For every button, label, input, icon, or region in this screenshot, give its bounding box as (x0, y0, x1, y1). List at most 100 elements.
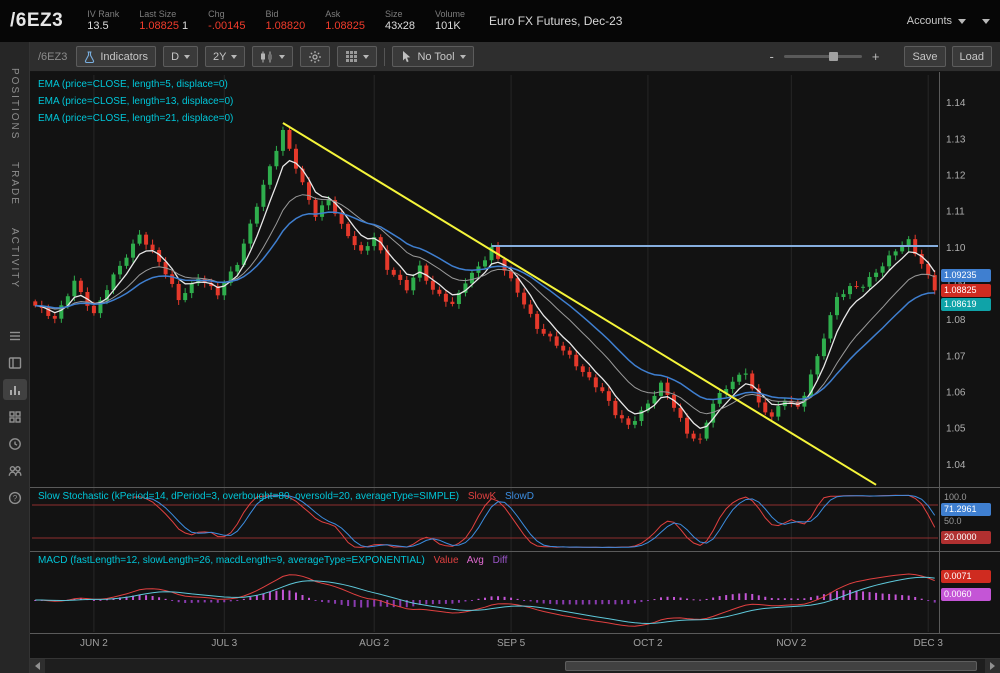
chevron-down-icon (958, 18, 966, 24)
ask-value: 1.08825 (325, 19, 366, 32)
zoom-control: - + (768, 49, 882, 64)
macd-diff-legend: Diff (492, 555, 508, 566)
svg-text:JUL 3: JUL 3 (211, 638, 237, 649)
history-button[interactable] (3, 433, 27, 454)
stoch-axis-top: 100.0 (944, 492, 967, 502)
sidebar-tab-activity[interactable]: ACTIVITY (9, 228, 20, 289)
instrument-symbol: /6EZ3 (10, 10, 64, 31)
svg-text:1.12: 1.12 (946, 170, 966, 181)
ask-field: Ask 1.08825 (325, 9, 365, 33)
watchlist-button[interactable] (3, 325, 27, 346)
macd-avg-badge: 0.0060 (941, 588, 991, 601)
svg-text:1.07: 1.07 (946, 351, 966, 362)
ema21-label[interactable]: EMA (price=CLOSE, length=21, displace=0) (38, 110, 233, 127)
scroll-right-button[interactable] (985, 659, 1000, 673)
zoom-in-button[interactable]: + (870, 49, 882, 64)
horizontal-scrollbar[interactable] (30, 658, 1000, 673)
indicators-label: Indicators (100, 50, 149, 63)
last-price-badge: 1.08825 (941, 284, 991, 297)
stochastic-study-label[interactable]: Slow Stochastic (kPeriod=14, dPeriod=3, … (38, 491, 540, 502)
charts-button[interactable] (2, 379, 27, 401)
volume-label: Volume (435, 9, 466, 19)
size-value: 43x28 (385, 19, 415, 32)
left-sidebar: POSITIONS TRADE ACTIVITY ? (0, 42, 30, 673)
grid-button[interactable] (3, 406, 27, 427)
indicators-button[interactable]: Indicators (76, 46, 157, 67)
sidebar-tab-trade[interactable]: TRADE (9, 162, 20, 206)
timeframe-dropdown[interactable]: D (163, 46, 199, 67)
gear-icon (309, 50, 322, 63)
timeframe-value: D (171, 50, 180, 63)
iv-rank-field: IV Rank 13.5 (87, 9, 119, 33)
sidebar-icon-group: ? (2, 325, 27, 508)
zoom-slider[interactable] (783, 52, 862, 61)
beaker-icon (85, 50, 95, 63)
chevron-down-icon (184, 54, 191, 59)
range-value: 2Y (213, 50, 227, 63)
last-price: 1.08825 (139, 19, 179, 32)
toolbar-separator (384, 47, 386, 66)
macd-value-badge: 0.0071 (941, 570, 991, 583)
chg-value: -.00145 (208, 19, 246, 32)
zoom-out-button[interactable]: - (768, 49, 776, 64)
topbar-right: Accounts (907, 15, 990, 27)
triangle-left-icon (35, 662, 40, 670)
bid-label: Bid (265, 9, 279, 19)
scroll-left-button[interactable] (30, 659, 45, 673)
slowk-legend: SlowK (467, 491, 497, 502)
svg-text:DEC 3: DEC 3 (913, 638, 943, 649)
price-chart[interactable]: JUN 2 JUL 3 AUG 2 SEP 5 OCT 2 NOV 2 DEC 3 1.14 1… (30, 72, 1000, 673)
accounts-label: Accounts (906, 15, 952, 27)
chart-settings-button[interactable] (300, 46, 331, 67)
help-button[interactable]: ? (3, 487, 27, 508)
oversold-badge: 20.0000 (941, 531, 991, 544)
chart-style-dropdown[interactable] (252, 46, 294, 67)
instrument-description: Euro FX Futures, Dec-23 (489, 14, 623, 28)
grid-layout-icon (346, 51, 358, 62)
layout-button[interactable] (3, 352, 27, 373)
slowd-legend: SlowD (505, 491, 534, 502)
sidebar-tab-positions[interactable]: POSITIONS (9, 68, 20, 140)
ema-study-labels: EMA (price=CLOSE, length=5, displace=0) … (38, 76, 233, 127)
svg-text:JUN 2: JUN 2 (80, 638, 108, 649)
chevron-down-icon (279, 54, 286, 59)
accounts-dropdown[interactable]: Accounts (907, 15, 966, 27)
svg-text:1.13: 1.13 (946, 134, 966, 145)
list-icon (9, 331, 20, 341)
grid-layout-dropdown[interactable] (337, 46, 378, 67)
svg-text:SEP 5: SEP 5 (497, 638, 526, 649)
scrollbar-thumb[interactable] (565, 661, 977, 671)
zoom-slider-thumb[interactable] (829, 52, 839, 61)
ask-label: Ask (325, 9, 341, 19)
layout-icon (8, 357, 21, 369)
volume-field: Volume 101K (435, 9, 465, 33)
svg-text:1.08: 1.08 (946, 315, 966, 326)
bid-field: Bid 1.08820 (265, 9, 305, 33)
ema13-label[interactable]: EMA (price=CLOSE, length=13, displace=0) (38, 93, 233, 110)
last-size-label: Last Size (139, 9, 177, 19)
size-field: Size 43x28 (385, 9, 415, 33)
chevron-down-icon (363, 54, 370, 59)
volume-value: 101K (435, 19, 461, 32)
panel-collapse-chevron-icon[interactable] (982, 18, 990, 24)
load-button[interactable]: Load (951, 46, 992, 67)
drawing-tool-dropdown[interactable]: No Tool (392, 46, 474, 67)
range-dropdown[interactable]: 2Y (205, 46, 246, 67)
last-size: 1 (182, 19, 189, 32)
chart-region: JUN 2 JUL 3 AUG 2 SEP 5 OCT 2 NOV 2 DEC 3 1.14 1… (30, 72, 1000, 673)
ema5-label[interactable]: EMA (price=CLOSE, length=5, displace=0) (38, 76, 233, 93)
macd-study-label[interactable]: MACD (fastLength=12, slowLength=26, macd… (38, 555, 513, 566)
svg-text:OCT 2: OCT 2 (633, 638, 663, 649)
last-size-field: Last Size 1.08825 1 (139, 9, 188, 33)
svg-text:1.04: 1.04 (946, 460, 966, 471)
size-label: Size (385, 9, 403, 19)
iv-rank-label: IV Rank (87, 9, 120, 19)
chart-symbol-label: /6EZ3 (38, 50, 68, 63)
svg-text:1.05: 1.05 (946, 424, 966, 435)
save-button[interactable]: Save (904, 46, 946, 67)
svg-text:1.10: 1.10 (946, 243, 966, 254)
svg-text:NOV 2: NOV 2 (776, 638, 806, 649)
community-button[interactable] (3, 460, 27, 481)
svg-text:1.06: 1.06 (946, 388, 966, 399)
grid-icon (8, 411, 21, 423)
